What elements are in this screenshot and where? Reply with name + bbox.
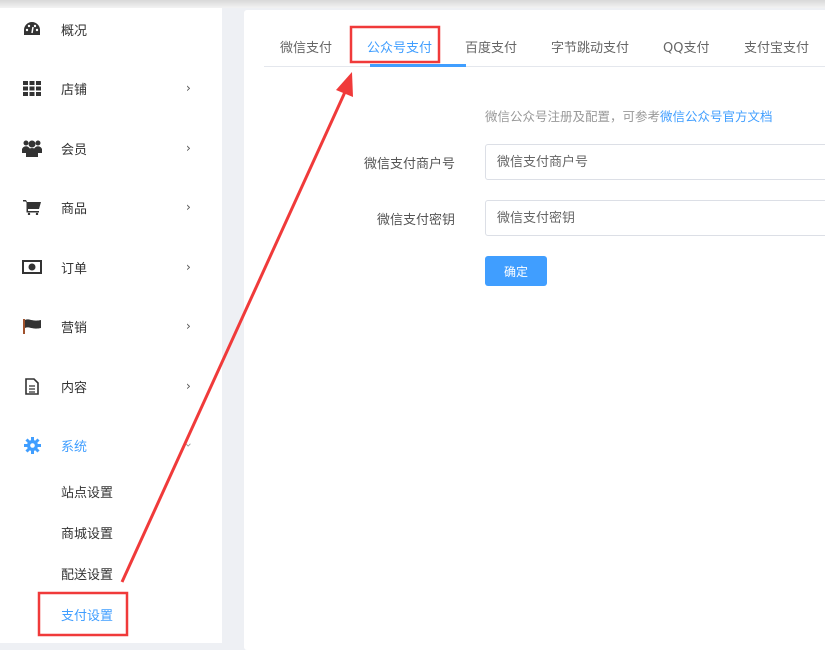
sidebar-item-label: 会员 xyxy=(61,142,88,158)
sidebar-item-label: 店铺 xyxy=(61,82,88,98)
chevron-down-icon: › xyxy=(181,442,196,448)
users-icon xyxy=(22,138,42,158)
tab-official-account-pay[interactable]: 公众号支付 xyxy=(367,37,432,56)
payment-tabs: 微信支付 公众号支付 百度支付 字节跳动支付 QQ支付 支付宝支付 xyxy=(264,10,825,67)
chevron-right-icon: › xyxy=(186,379,191,393)
tab-bytedance-pay[interactable]: 字节跳动支付 xyxy=(551,37,629,56)
sidebar-item-system[interactable]: 系统 › xyxy=(0,425,222,465)
dashboard-icon xyxy=(22,19,42,39)
top-bar xyxy=(0,0,825,8)
sidebar-item-label: 商品 xyxy=(61,201,88,217)
flag-icon xyxy=(22,316,42,336)
submenu-label: 站点设置 xyxy=(61,485,114,501)
document-icon xyxy=(22,376,42,396)
submenu-label: 商城设置 xyxy=(61,526,114,542)
merchant-id-input[interactable] xyxy=(485,144,825,180)
merchant-id-label: 微信支付商户号 xyxy=(363,157,455,172)
sidebar-item-orders[interactable]: 订单 › xyxy=(0,247,222,287)
tab-qq-pay[interactable]: QQ支付 xyxy=(663,37,709,56)
sidebar-item-store[interactable]: 店铺 › xyxy=(0,68,222,108)
sidebar-item-label: 概况 xyxy=(61,23,88,39)
chevron-right-icon: › xyxy=(186,260,191,274)
submenu-mall-settings[interactable]: 商城设置 xyxy=(0,512,222,552)
sidebar-item-label: 内容 xyxy=(61,380,88,396)
gear-icon xyxy=(22,435,42,455)
sidebar-item-marketing[interactable]: 营销 › xyxy=(0,306,222,346)
sidebar-item-label: 订单 xyxy=(61,261,88,277)
official-docs-link[interactable]: 微信公众号官方文档 xyxy=(660,109,773,124)
money-icon xyxy=(22,257,42,277)
tab-baidu-pay[interactable]: 百度支付 xyxy=(465,37,517,56)
tab-alipay[interactable]: 支付宝支付 xyxy=(744,37,809,56)
chevron-right-icon: › xyxy=(186,141,191,155)
chevron-right-icon: › xyxy=(186,319,191,333)
payment-settings-card: 微信支付 公众号支付 百度支付 字节跳动支付 QQ支付 支付宝支付 微信公众号注… xyxy=(244,10,825,650)
cart-icon xyxy=(22,197,42,217)
grid-icon xyxy=(22,78,42,98)
pay-key-input[interactable] xyxy=(485,200,825,236)
confirm-button[interactable]: 确定 xyxy=(485,256,547,286)
submenu-label: 支付设置 xyxy=(61,608,114,624)
sidebar: 概况 店铺 › 会员 › 商品 › 订单 › 营销 › 内容 › 系统 › 站点… xyxy=(0,8,222,643)
sidebar-item-label: 系统 xyxy=(61,439,88,455)
chevron-right-icon: › xyxy=(186,200,191,214)
pay-key-label: 微信支付密钥 xyxy=(376,213,455,228)
active-tab-indicator xyxy=(370,64,466,67)
sidebar-item-label: 营销 xyxy=(61,320,88,336)
tab-wechat-pay[interactable]: 微信支付 xyxy=(280,37,332,56)
hint-text: 微信公众号注册及配置，可参考 xyxy=(485,109,661,124)
sidebar-item-members[interactable]: 会员 › xyxy=(0,128,222,168)
submenu-label: 配送设置 xyxy=(61,567,114,583)
sidebar-item-overview[interactable]: 概况 xyxy=(0,9,222,49)
sidebar-item-products[interactable]: 商品 › xyxy=(0,187,222,227)
submenu-payment-settings[interactable]: 支付设置 xyxy=(0,594,222,634)
sidebar-item-content[interactable]: 内容 › xyxy=(0,366,222,406)
config-hint: 微信公众号注册及配置，可参考微信公众号官方文档 xyxy=(485,106,773,125)
chevron-right-icon: › xyxy=(186,81,191,95)
submenu-site-settings[interactable]: 站点设置 xyxy=(0,471,222,511)
submenu-delivery-settings[interactable]: 配送设置 xyxy=(0,553,222,593)
